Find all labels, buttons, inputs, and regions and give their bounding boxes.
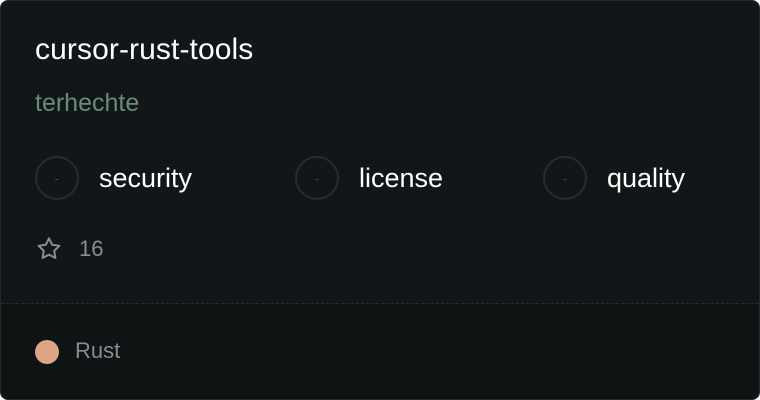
repo-owner[interactable]: terhechte: [35, 89, 139, 118]
metric-security: - security: [35, 155, 192, 201]
repo-card-header: cursor-rust-tools terhechte - security -…: [1, 1, 759, 302]
star-icon: [37, 237, 61, 260]
star-count: 16: [35, 235, 103, 263]
star-count-value: 16: [79, 236, 104, 261]
language-color-dot: [35, 340, 59, 364]
metric-quality: - quality: [543, 155, 685, 201]
metric-security-label: security: [99, 162, 193, 193]
metric-license-label: license: [359, 162, 444, 193]
metric-quality-label: quality: [607, 162, 686, 193]
quality-score-icon: -: [543, 156, 587, 200]
metric-license: - license: [295, 155, 443, 201]
repo-card-footer: Rust: [1, 304, 759, 399]
language-label: Rust: [75, 338, 121, 363]
security-score-icon: -: [35, 156, 79, 200]
repo-card[interactable]: cursor-rust-tools terhechte - security -…: [0, 0, 760, 400]
license-score-icon: -: [295, 156, 339, 200]
repo-name[interactable]: cursor-rust-tools: [35, 33, 253, 67]
